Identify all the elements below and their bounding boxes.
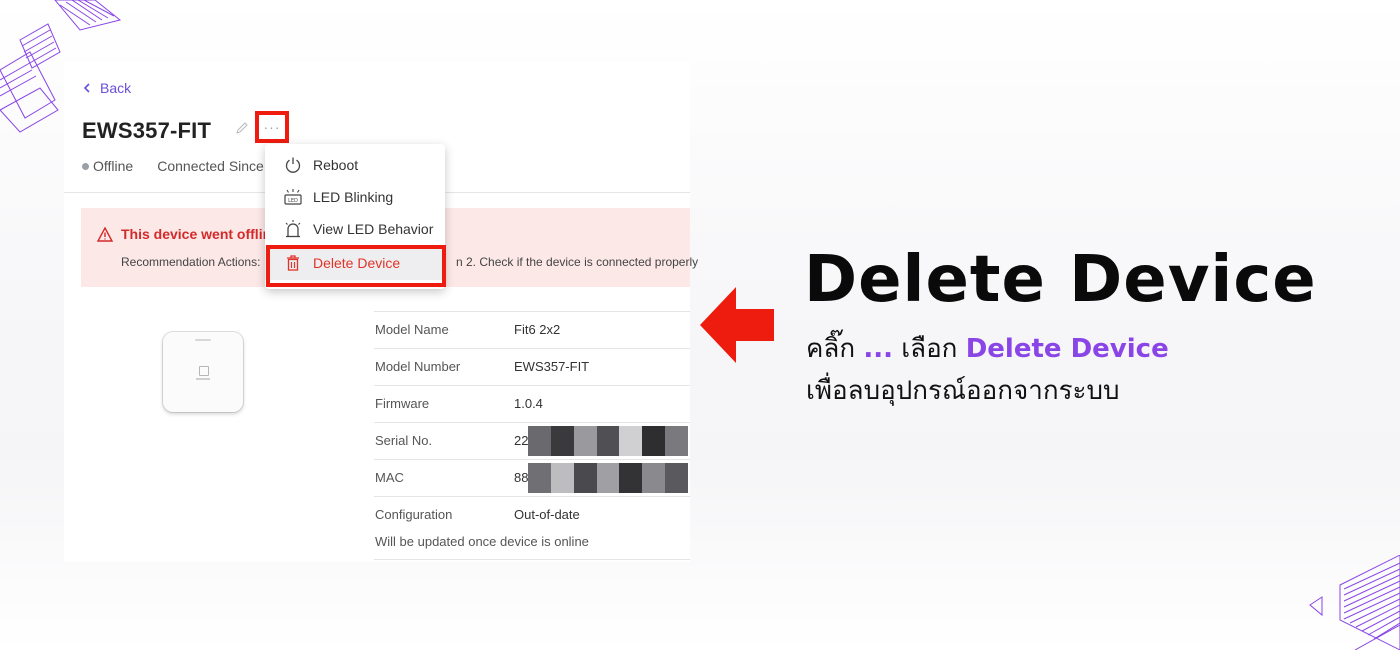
device-logo [199, 366, 209, 376]
back-label[interactable]: Back [100, 80, 131, 96]
edit-icon[interactable] [234, 120, 250, 136]
instruction-line-2: เพื่อลบอุปกรณ์ออกจากระบบ [806, 376, 1120, 406]
led-icon: LED [283, 187, 303, 207]
svg-text:LED: LED [288, 198, 298, 204]
menu-item-view-led-behavior[interactable]: View LED Behavior [265, 214, 445, 244]
table-row: MAC 88 [374, 459, 690, 496]
status-text: Offline [93, 158, 134, 174]
row-value: EWS357-FIT [514, 359, 590, 374]
alert-title-text: This device went offline [121, 226, 279, 242]
row-key: Serial No. [375, 433, 433, 448]
row-key: Model Number [375, 359, 461, 374]
instruction-prefix: คลิ๊ก [806, 334, 864, 364]
row-key: Configuration [375, 507, 453, 522]
row-value: Out-of-date [514, 507, 580, 522]
status-dot [82, 162, 89, 170]
power-icon [283, 155, 303, 175]
delete-highlight-frame [266, 245, 446, 287]
instruction-mid: เลือก [892, 334, 966, 364]
menu-item-label: LED Blinking [313, 189, 394, 205]
menu-item-reboot[interactable]: Reboot [265, 150, 445, 180]
table-row: Configuration Out-of-date Will be update… [374, 496, 690, 560]
device-detail-screenshot: Back EWS357-FIT ··· Offline Connected Si… [64, 62, 698, 562]
more-options-button[interactable]: ··· [255, 111, 289, 143]
pixelated-redaction [528, 426, 689, 456]
row-value: 88 [514, 470, 529, 485]
row-key: MAC [375, 470, 404, 485]
table-row: Model Number EWS357-FIT [374, 348, 690, 385]
instruction-line-1: คลิ๊ก ... เลือก Delete Device [806, 328, 1169, 369]
table-row: Firmware 1.0.4 [374, 385, 690, 422]
access-point-image [163, 332, 243, 412]
recommendation-text: n 2. Check if the device is connected pr… [456, 255, 699, 269]
instruction-headline: Delete Device [804, 243, 1317, 317]
row-value: 22 [514, 433, 529, 448]
menu-item-label: View LED Behavior [313, 221, 434, 237]
table-row: Model Name Fit6 2x2 [374, 311, 690, 348]
row-key: Model Name [375, 322, 449, 337]
device-details-table: Model Name Fit6 2x2 Model Number EWS357-… [374, 311, 690, 560]
row-note: Will be updated once device is online [375, 534, 589, 549]
alert-title: This device went offline [97, 226, 279, 242]
device-title: EWS357-FIT [82, 118, 212, 143]
menu-item-led-blinking[interactable]: LED LED Blinking [265, 182, 445, 212]
row-value: 1.0.4 [514, 396, 543, 411]
warning-icon [97, 226, 113, 242]
table-row: Serial No. 22 [374, 422, 690, 459]
alarm-icon [283, 219, 303, 239]
row-key: Firmware [375, 396, 430, 411]
device-led [195, 339, 211, 341]
arrow-left-icon [700, 287, 774, 363]
connected-since-label: Connected Since [157, 158, 264, 174]
instruction-dots: ... [863, 334, 893, 364]
device-logo-text [196, 378, 210, 380]
more-options-label: ··· [263, 119, 281, 135]
menu-item-label: Reboot [313, 157, 359, 173]
back-link[interactable]: Back [82, 80, 131, 96]
row-value: Fit6 2x2 [514, 322, 561, 337]
recommendation-label: Recommendation Actions: [121, 255, 261, 269]
instruction-highlight: Delete Device [965, 334, 1169, 364]
status-row: Offline Connected Since [82, 158, 264, 174]
pixelated-redaction [528, 463, 689, 493]
chevron-left-icon [83, 83, 90, 93]
decorative-pattern-bottom-right [1309, 555, 1400, 650]
